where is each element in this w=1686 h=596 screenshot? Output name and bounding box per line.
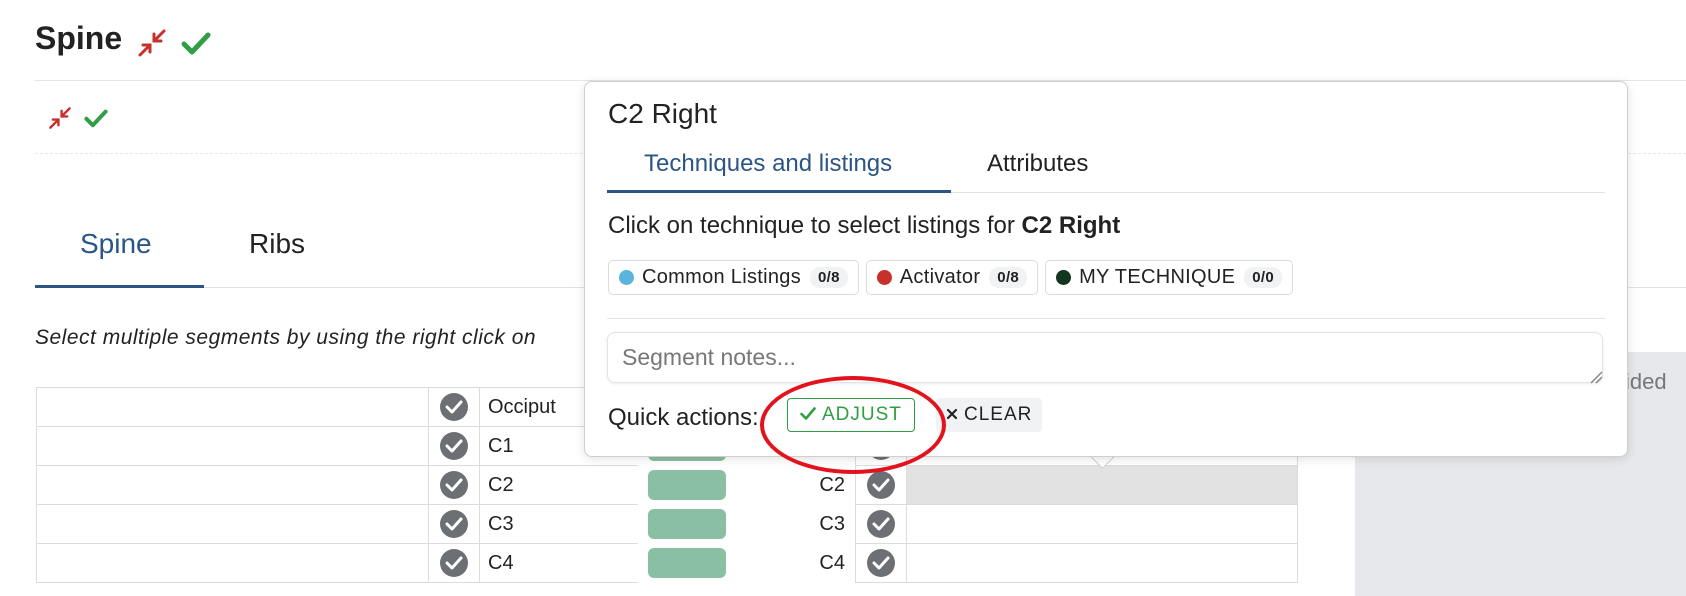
segment-label: C3 xyxy=(479,504,638,544)
left-check[interactable] xyxy=(428,387,480,427)
right-cell-selected[interactable] xyxy=(906,465,1298,505)
check-circle-icon[interactable] xyxy=(440,471,468,499)
vertebra-bar[interactable] xyxy=(648,470,726,500)
clear-button[interactable]: CLEAR xyxy=(936,398,1043,432)
check-circle-icon[interactable] xyxy=(867,510,895,538)
tab-ribs[interactable]: Ribs xyxy=(249,228,305,260)
check-circle-icon[interactable] xyxy=(440,549,468,577)
left-check[interactable] xyxy=(428,465,480,505)
instruction-target: C2 Right xyxy=(1021,212,1121,239)
close-icon xyxy=(946,404,958,426)
collapse-icon[interactable] xyxy=(137,28,167,63)
left-cell[interactable] xyxy=(36,426,429,466)
chip-my-technique[interactable]: MY TECHNIQUE 0/0 xyxy=(1045,260,1294,295)
chip-count: 0/0 xyxy=(1244,267,1283,288)
chip-label: MY TECHNIQUE xyxy=(1079,266,1236,288)
check-circle-icon[interactable] xyxy=(440,432,468,460)
chip-count: 0/8 xyxy=(989,267,1028,288)
chip-label: Activator xyxy=(899,266,981,288)
left-cell[interactable] xyxy=(36,504,429,544)
segment-popover: C2 Right Techniques and listings Attribu… xyxy=(584,81,1628,457)
dot-icon xyxy=(1056,270,1072,285)
table-row: C2 C2 xyxy=(36,465,1298,505)
highlight-ellipse xyxy=(760,376,946,474)
left-cell[interactable] xyxy=(36,543,429,583)
left-check[interactable] xyxy=(428,504,480,544)
title-icons xyxy=(137,28,211,63)
right-cell[interactable] xyxy=(906,504,1298,544)
popover-instruction: Click on technique to select listings fo… xyxy=(608,212,1120,240)
side-panel-text: ided xyxy=(1625,369,1667,394)
resize-grip-icon[interactable] xyxy=(1589,370,1603,389)
instruction-prefix: Click on technique to select listings fo… xyxy=(608,212,1015,239)
collapse-icon[interactable] xyxy=(48,106,72,135)
segment-label-right: C4 xyxy=(793,543,856,583)
table-row: C4 C4 xyxy=(36,543,1298,583)
segment-label-right: C3 xyxy=(793,504,856,544)
active-tab-indicator xyxy=(35,285,204,288)
clear-label: CLEAR xyxy=(964,404,1033,425)
chip-activator[interactable]: Activator 0/8 xyxy=(865,260,1039,295)
right-check[interactable] xyxy=(855,543,907,583)
tab-spine[interactable]: Spine xyxy=(80,228,152,260)
quick-actions-label: Quick actions: xyxy=(608,404,759,431)
tab-attributes[interactable]: Attributes xyxy=(987,150,1088,178)
table-row: C3 C3 xyxy=(36,504,1298,544)
vertebra-bar[interactable] xyxy=(648,548,726,578)
segment-label: C4 xyxy=(479,543,638,583)
left-cell[interactable] xyxy=(36,387,429,427)
check-icon[interactable] xyxy=(84,108,108,133)
check-circle-icon[interactable] xyxy=(867,549,895,577)
vertebra-cell xyxy=(638,505,793,544)
vertebra-bar[interactable] xyxy=(648,509,726,539)
check-icon[interactable] xyxy=(181,31,211,60)
tab-techniques-and-listings[interactable]: Techniques and listings xyxy=(644,150,892,178)
sub-icons xyxy=(48,106,108,135)
check-circle-icon[interactable] xyxy=(440,393,468,421)
popover-title: C2 Right xyxy=(608,98,717,129)
left-check[interactable] xyxy=(428,543,480,583)
popover-divider xyxy=(607,318,1605,319)
dot-icon xyxy=(619,270,634,285)
vertebra-cell xyxy=(638,544,793,583)
popover-active-tab-indicator xyxy=(607,190,951,193)
chip-count: 0/8 xyxy=(810,267,848,288)
check-circle-icon[interactable] xyxy=(867,471,895,499)
dot-icon xyxy=(876,270,892,285)
chip-common-listings[interactable]: Common Listings 0/8 xyxy=(608,260,859,295)
vertebra-cell xyxy=(638,466,793,505)
chip-label: Common Listings xyxy=(642,266,802,288)
right-check[interactable] xyxy=(855,504,907,544)
segment-label: C2 xyxy=(479,465,638,505)
left-check[interactable] xyxy=(428,426,480,466)
left-cell[interactable] xyxy=(36,465,429,505)
technique-chips: Common Listings 0/8 Activator 0/8 MY TEC… xyxy=(608,260,1294,295)
page-title: Spine xyxy=(35,20,123,56)
segment-notes-input[interactable] xyxy=(607,332,1603,383)
help-text: Select multiple segments by using the ri… xyxy=(35,326,537,349)
right-cell[interactable] xyxy=(906,543,1298,583)
check-circle-icon[interactable] xyxy=(440,510,468,538)
